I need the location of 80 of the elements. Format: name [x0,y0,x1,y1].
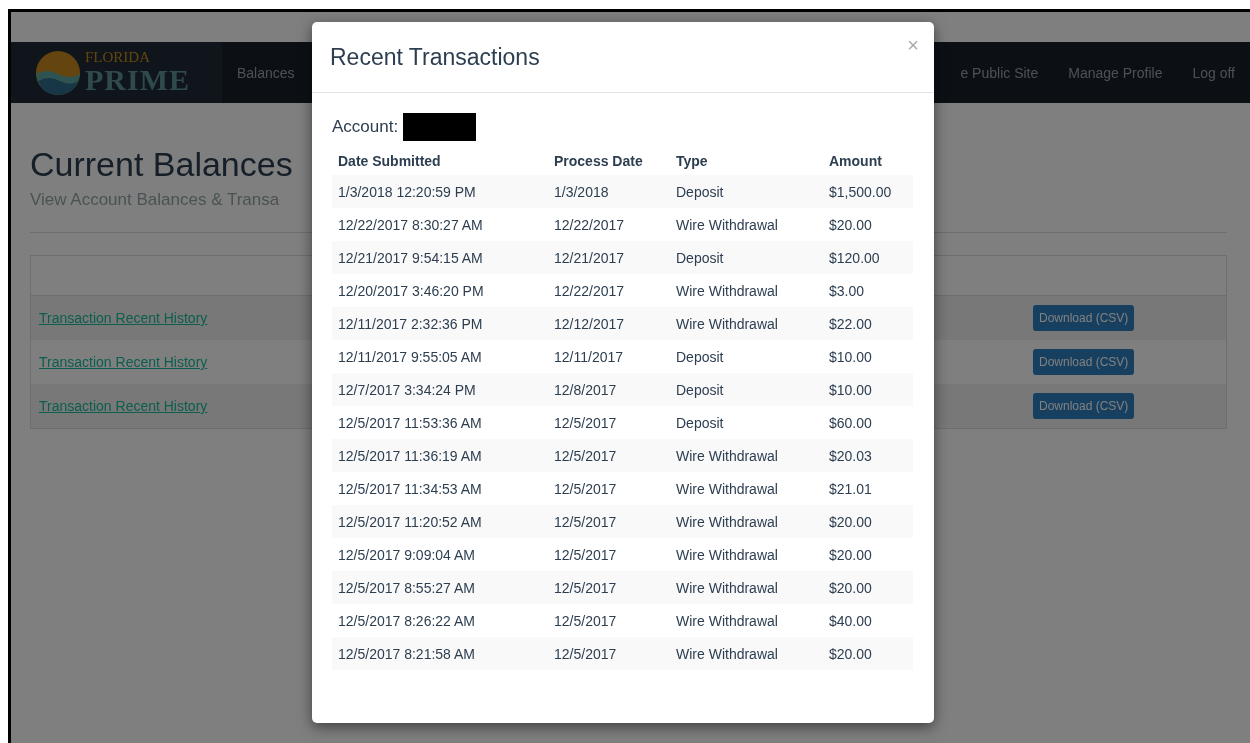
table-cell: 12/5/2017 [548,439,670,472]
table-cell: $20.00 [823,538,913,571]
table-cell: Wire Withdrawal [670,274,823,307]
table-cell: 12/11/2017 [548,340,670,373]
nav-link[interactable]: Manage Profile [1053,64,1178,81]
table-cell: $20.00 [823,571,913,604]
table-cell: 12/5/2017 8:55:27 AM [332,571,548,604]
table-cell: 12/5/2017 [548,472,670,505]
table-cell: $40.00 [823,604,913,637]
table-cell: Wire Withdrawal [670,208,823,241]
table-cell: 12/5/2017 [548,571,670,604]
download-button[interactable]: Download (CSV) [1033,349,1135,375]
table-cell: $120.00 [823,241,913,274]
column-header: Date Submitted [332,147,548,175]
table-cell: 12/5/2017 11:36:19 AM [332,439,548,472]
table-cell: 12/5/2017 [548,538,670,571]
table-cell: $21.01 [823,472,913,505]
column-header: Process Date [548,147,670,175]
column-header: Type [670,147,823,175]
nav-link[interactable]: Log off [1177,64,1250,81]
table-cell: 12/5/2017 [548,406,670,439]
table-cell: Wire Withdrawal [670,439,823,472]
table-cell: Deposit [670,241,823,274]
table-cell: Wire Withdrawal [670,505,823,538]
table-cell: 12/22/2017 [548,208,670,241]
column-header: Amount [823,147,913,175]
table-cell: 1/3/2018 [548,175,670,208]
table-cell: 12/5/2017 8:26:22 AM [332,604,548,637]
table-cell: 12/12/2017 [548,307,670,340]
table-cell: 12/5/2017 11:34:53 AM [332,472,548,505]
history-link[interactable]: Transaction Recent History [39,310,208,326]
table-cell: $20.03 [823,439,913,472]
table-cell: Wire Withdrawal [670,571,823,604]
table-cell: $3.00 [823,274,913,307]
table-cell: 12/11/2017 2:32:36 PM [332,307,548,340]
table-cell: $10.00 [823,373,913,406]
table-cell: $1,500.00 [823,175,913,208]
nav-link[interactable]: e Public Site [945,64,1054,81]
table-cell: 12/5/2017 9:09:04 AM [332,538,548,571]
table-cell: 12/5/2017 8:21:58 AM [332,637,548,670]
table-cell: 12/5/2017 [548,505,670,538]
download-button[interactable]: Download (CSV) [1033,393,1135,419]
table-cell: Wire Withdrawal [670,637,823,670]
table-cell: $22.00 [823,307,913,340]
table-cell: 12/5/2017 11:53:36 AM [332,406,548,439]
nav-link[interactable]: Balances [222,64,310,81]
modal-title: Recent Transactions [330,43,540,71]
table-cell: $20.00 [823,208,913,241]
table-cell: Wire Withdrawal [670,604,823,637]
sun-wave-icon [35,49,81,96]
history-link[interactable]: Transaction Recent History [39,398,208,414]
table-cell: $20.00 [823,505,913,538]
table-cell: Deposit [670,406,823,439]
table-cell: Deposit [670,340,823,373]
table-cell: 12/5/2017 [548,604,670,637]
account-label: Account: [332,117,399,137]
table-cell: 1/3/2018 12:20:59 PM [332,175,548,208]
table-cell: $20.00 [823,637,913,670]
table-cell: 12/5/2017 [548,637,670,670]
table-cell: 12/21/2017 9:54:15 AM [332,241,548,274]
table-cell: 12/21/2017 [548,241,670,274]
close-button[interactable]: × [907,34,919,57]
brand-name: FLORIDA [85,50,151,65]
table-cell: Wire Withdrawal [670,307,823,340]
table-cell: 12/7/2017 3:34:24 PM [332,373,548,406]
download-button[interactable]: Download (CSV) [1033,305,1135,331]
table-cell: 12/5/2017 11:20:52 AM [332,505,548,538]
table-cell: Deposit [670,373,823,406]
table-cell: Wire Withdrawal [670,472,823,505]
table-cell: 12/8/2017 [548,373,670,406]
table-cell: $10.00 [823,340,913,373]
table-cell: Wire Withdrawal [670,538,823,571]
table-cell: 12/22/2017 [548,274,670,307]
table-cell: 12/22/2017 8:30:27 AM [332,208,548,241]
table-cell: 12/11/2017 9:55:05 AM [332,340,548,373]
table-cell: $60.00 [823,406,913,439]
page-title: Current Balances [30,145,293,184]
table-cell: Deposit [670,175,823,208]
history-link[interactable]: Transaction Recent History [39,354,208,370]
table-cell: 12/20/2017 3:46:20 PM [332,274,548,307]
